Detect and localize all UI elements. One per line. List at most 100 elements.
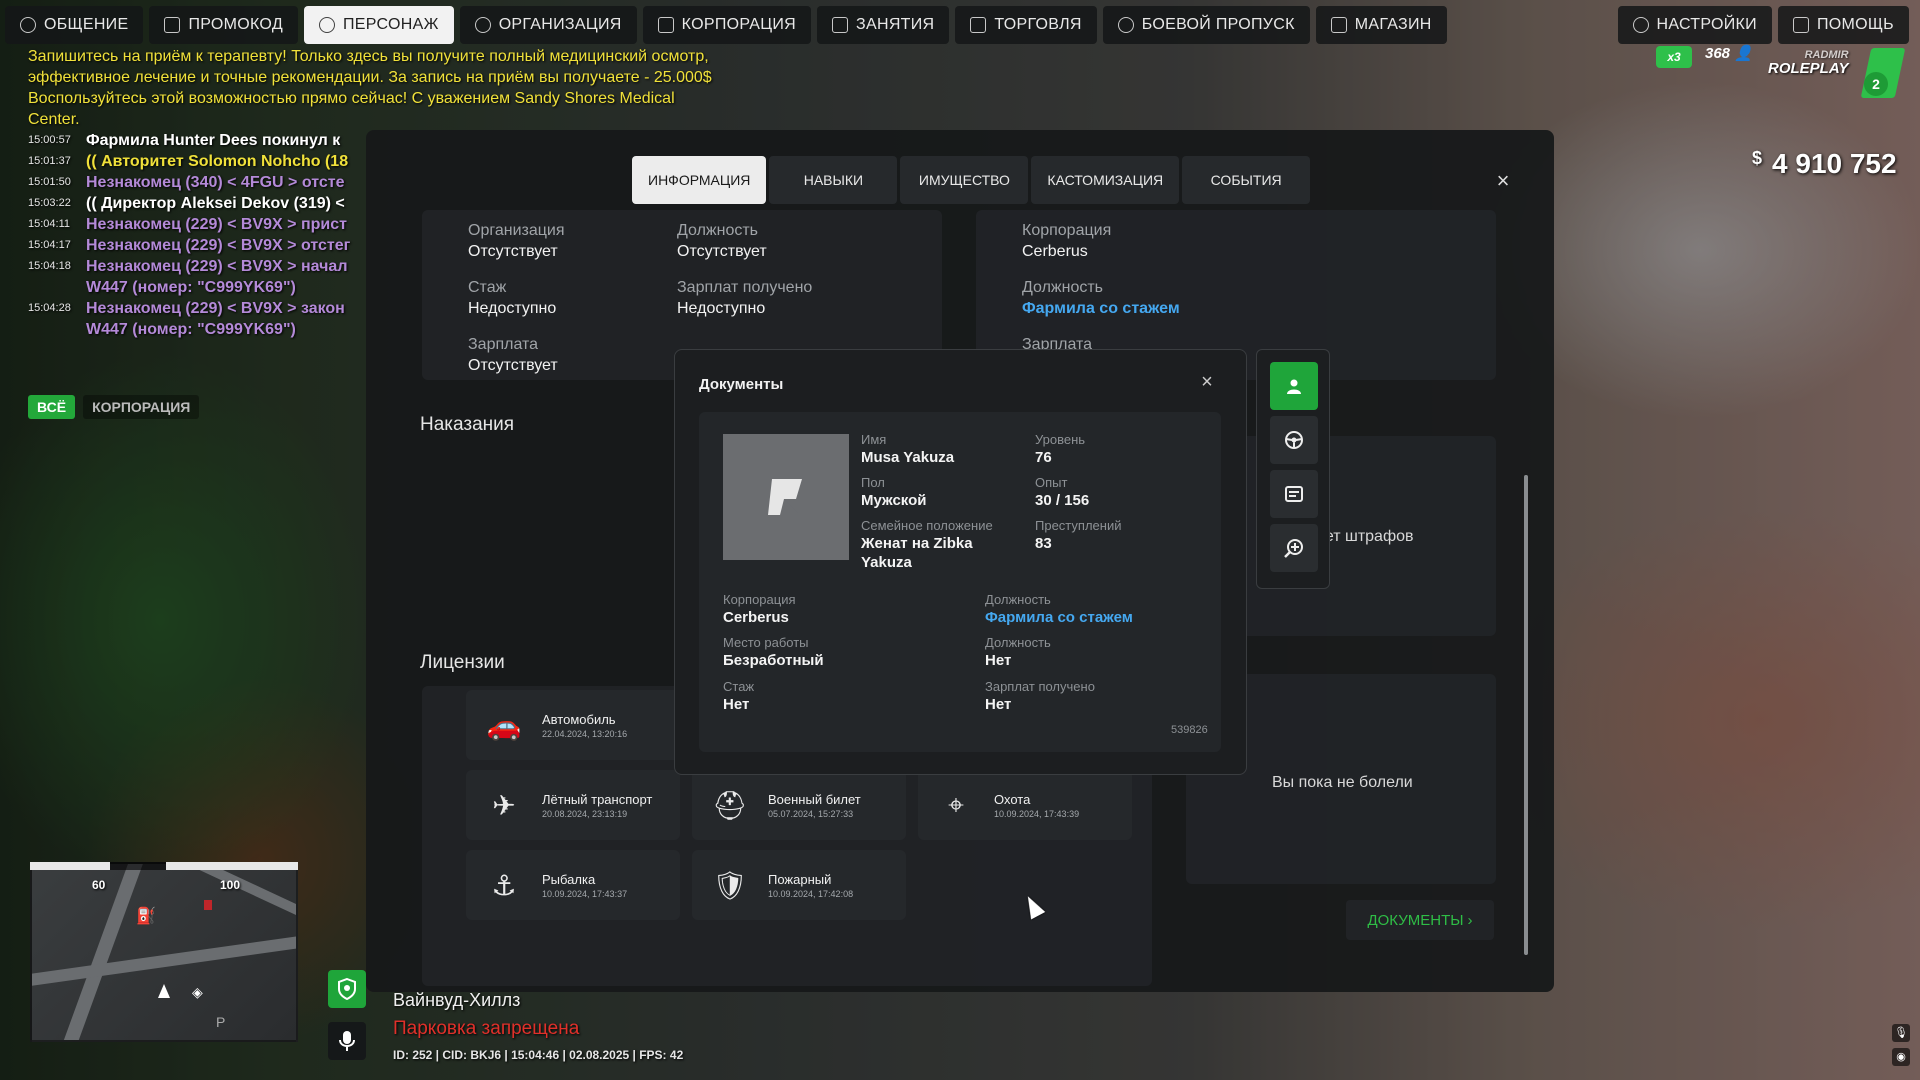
doc-corp-position-field: Должность Фармила со стажем bbox=[985, 592, 1133, 626]
chat-time: 15:04:11 bbox=[28, 218, 71, 230]
user-icon bbox=[318, 17, 335, 33]
parking-icon: P bbox=[216, 1014, 226, 1030]
chat-text: W447 (номер: "C999YK69") bbox=[86, 279, 296, 296]
money-display: $4 910 752 bbox=[1752, 148, 1897, 179]
tab-skills[interactable]: НАВЫКИ bbox=[769, 156, 898, 204]
modal-tabs: ИНФОРМАЦИЯ НАВЫКИ ИМУЩЕСТВО КАСТОМИЗАЦИЯ… bbox=[632, 156, 1311, 204]
chat-tab-corporation[interactable]: КОРПОРАЦИЯ bbox=[83, 395, 200, 419]
cart-icon bbox=[1330, 17, 1347, 33]
multiplier-badge: x3 bbox=[1656, 46, 1692, 68]
chat-text: W447 (номер: "C999YK69") bbox=[86, 321, 296, 338]
close-icon[interactable]: × bbox=[1492, 170, 1514, 192]
passport-button[interactable] bbox=[1270, 362, 1318, 410]
modal-scrollbar[interactable] bbox=[1524, 475, 1528, 955]
nav-trade-button[interactable]: ТОРГОВЛЯ bbox=[955, 6, 1097, 44]
microphone-button[interactable] bbox=[328, 1022, 366, 1060]
server-number-badge: 2 bbox=[1864, 72, 1888, 96]
chat-lines: 15:00:57 Фармила Hunter Dees покинул к 15:… bbox=[28, 130, 368, 340]
nav-corporation-button[interactable]: КОРПОРАЦИЯ bbox=[642, 6, 812, 44]
chat-time bbox=[28, 277, 80, 298]
documents-close-icon[interactable]: × bbox=[1197, 372, 1217, 392]
microphone-icon bbox=[339, 1031, 355, 1051]
nav-shop-button[interactable]: МАГАЗИН bbox=[1315, 6, 1447, 44]
doc-level-field: Уровень 76 bbox=[1035, 432, 1086, 466]
passport-card: Имя Musa Yakuza Уровень 76 Пол Мужской Опыт… bbox=[699, 412, 1221, 752]
chat-tab-all[interactable]: ВСЁ bbox=[28, 395, 76, 419]
chat-line: 15:01:37 (( Авторитет Solomon Nohcho (18 bbox=[28, 151, 368, 172]
license-tile[interactable]: ⌖ Охота 10.09.2024, 17:43:39 bbox=[918, 770, 1132, 840]
chat-text: Незнакомец (229) < BV9X > начал bbox=[86, 258, 348, 275]
location-name: Вайнвуд-Хиллз bbox=[393, 990, 521, 1010]
chat-text: Незнакомец (229) < BV9X > отстег bbox=[86, 237, 351, 254]
corp-position-field: Должность Фармила со стажем bbox=[1022, 279, 1180, 317]
nav-chat-button[interactable]: ОБЩЕНИЕ bbox=[5, 6, 144, 44]
chat-notice: Запишитесь на приём к терапевту! Только … bbox=[28, 48, 712, 128]
location-button[interactable] bbox=[328, 970, 366, 1008]
help-icon bbox=[1792, 17, 1809, 33]
licenses-title: Лицензии bbox=[420, 652, 505, 673]
thirst-value: 100 bbox=[220, 878, 241, 892]
license-tile[interactable]: ✈ Лётный транспорт 20.08.2024, 23:13:19 bbox=[466, 770, 680, 840]
chat-text: (( Авторитет Solomon Nohcho (18 bbox=[86, 153, 349, 170]
nav-settings-button[interactable]: НАСТРОЙКИ bbox=[1617, 6, 1772, 44]
hunger-value: 60 bbox=[92, 878, 106, 892]
license-card-button[interactable] bbox=[1270, 470, 1318, 518]
fishing-icon: ⚓ bbox=[491, 869, 517, 901]
license-text: Пожарный 10.09.2024, 17:42:08 bbox=[768, 872, 853, 899]
chat-line: 15:01:50 Незнакомец (340) < 4FGU > отсте bbox=[28, 172, 368, 193]
medical-button[interactable] bbox=[1270, 524, 1318, 572]
documents-dialog: Документы × Имя Musa Yakuza Уровень 76 Пол… bbox=[674, 349, 1247, 775]
driver-license-button[interactable] bbox=[1270, 416, 1318, 464]
org-tenure-field: Стаж Недоступно bbox=[468, 279, 557, 317]
tab-property[interactable]: ИМУЩЕСТВО bbox=[900, 156, 1029, 204]
chat-line: 15:04:28 Незнакомец (229) < BV9X > закон bbox=[28, 298, 368, 319]
license-tile[interactable]: ⚓ Рыбалка 10.09.2024, 17:43:37 bbox=[466, 850, 680, 920]
chat-text: Незнакомец (229) < BV9X > закон bbox=[86, 300, 345, 317]
chat-text: Незнакомец (340) < 4FGU > отсте bbox=[86, 174, 345, 191]
license-date: 10.09.2024, 17:43:37 bbox=[542, 888, 628, 899]
nav-help-button[interactable]: ПОМОЩЬ bbox=[1777, 6, 1909, 44]
chat-text: (( Директор Aleksei Dekov (319) < bbox=[86, 195, 345, 212]
nav-organization-button[interactable]: ОРГАНИЗАЦИЯ bbox=[459, 6, 637, 44]
license-name: Лётный транспорт bbox=[542, 791, 653, 807]
minimap-road bbox=[195, 864, 296, 919]
nav-battlepass-button[interactable]: БОЕВОЙ ПРОПУСК bbox=[1102, 6, 1310, 44]
chat-line: 15:04:11 Незнакомец (229) < BV9X > прист bbox=[28, 214, 368, 235]
doc-workplace-field: Место работы Безработный bbox=[723, 635, 824, 669]
org-organization-field: Организация Отсутствует bbox=[468, 222, 565, 260]
battlepass-icon bbox=[1117, 17, 1134, 33]
server-logo: RADMIR ROLEPLAY bbox=[1768, 49, 1849, 77]
chat-time: 15:04:17 bbox=[28, 239, 71, 251]
chat-line: 15:04:18 Незнакомец (229) < BV9X > начал bbox=[28, 256, 368, 277]
status-line: ID: 252 | CID: BKJ6 | 15:04:46 | 02.08.2… bbox=[393, 1048, 684, 1062]
documents-button[interactable]: ДОКУМЕНТЫ › bbox=[1346, 900, 1494, 940]
chat-time: 15:00:57 bbox=[28, 134, 71, 146]
doc-tenure-field: Стаж Нет bbox=[723, 679, 755, 713]
nav-activities-button[interactable]: ЗАНЯТИЯ bbox=[817, 6, 950, 44]
punishments-title: Наказания bbox=[420, 414, 515, 435]
scrollbar-thumb[interactable] bbox=[1524, 475, 1528, 955]
corner-status-icons: 🎙 ◉ bbox=[1892, 1024, 1910, 1072]
chat-time: 15:04:18 bbox=[28, 260, 71, 272]
doc-name-field: Имя Musa Yakuza bbox=[861, 432, 955, 466]
document-id: 539826 bbox=[1171, 724, 1208, 736]
waypoint-marker bbox=[204, 900, 212, 910]
chevron-right-icon: › bbox=[1467, 911, 1473, 929]
nav-character-button[interactable]: ПЕРСОНАЖ bbox=[303, 6, 454, 44]
minimap-road bbox=[32, 931, 296, 989]
tab-information[interactable]: ИНФОРМАЦИЯ bbox=[632, 156, 767, 204]
license-date: 10.09.2024, 17:42:08 bbox=[768, 888, 854, 899]
license-tile[interactable]: ⛑ Военный билет 05.07.2024, 15:27:33 bbox=[692, 770, 906, 840]
passport-icon bbox=[1287, 379, 1301, 394]
trade-icon bbox=[970, 17, 987, 33]
nav-promo-button[interactable]: ПРОМОКОД bbox=[149, 6, 298, 44]
tab-events[interactable]: СОБЫТИЯ bbox=[1182, 156, 1311, 204]
tab-customization[interactable]: КАСТОМИЗАЦИЯ bbox=[1031, 156, 1180, 204]
license-name: Охота bbox=[994, 791, 1031, 807]
doc-corporation-field: Корпорация Cerberus bbox=[723, 592, 796, 626]
currency-symbol: $ bbox=[1752, 148, 1763, 168]
license-tile[interactable]: 🛡 Пожарный 10.09.2024, 17:42:08 bbox=[692, 850, 906, 920]
license-tile[interactable]: 🚗 Автомобиль 22.04.2024, 13:20:16 bbox=[466, 690, 680, 760]
doc-salaries-field: Зарплат получено Нет bbox=[985, 679, 1095, 713]
chat-time bbox=[28, 319, 80, 340]
